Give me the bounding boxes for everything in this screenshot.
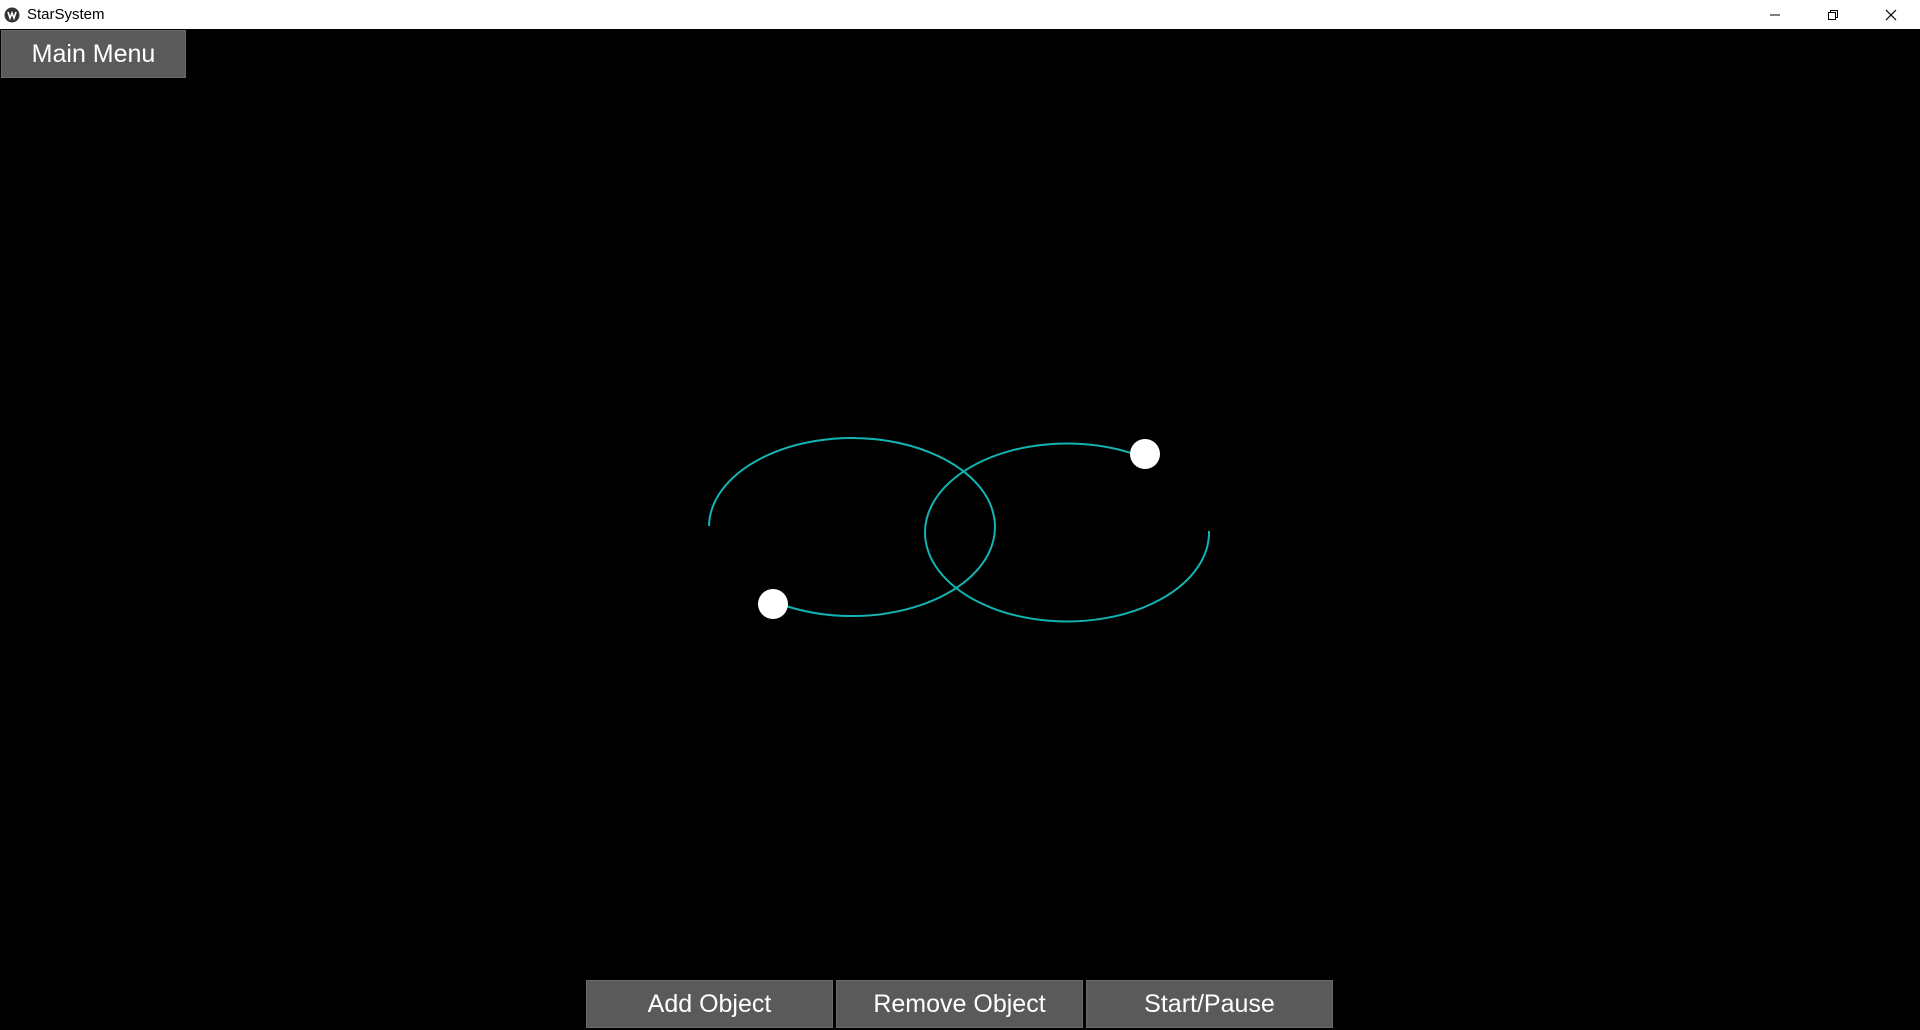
orbit-trail-left [708, 437, 996, 618]
remove-object-button[interactable]: Remove Object [836, 980, 1083, 1028]
minimize-icon[interactable] [1746, 0, 1804, 29]
orbit-visualization [708, 437, 1211, 623]
orbit-trail-right [924, 442, 1211, 623]
close-icon[interactable] [1862, 0, 1920, 29]
celestial-body[interactable] [1130, 439, 1160, 469]
simulation-canvas[interactable] [0, 29, 1920, 1030]
main-menu-button[interactable]: Main Menu [1, 30, 186, 78]
window-title: StarSystem [27, 6, 105, 23]
title-bar: StarSystem [0, 0, 1920, 29]
add-object-button[interactable]: Add Object [586, 980, 833, 1028]
start-pause-button[interactable]: Start/Pause [1086, 980, 1333, 1028]
celestial-body[interactable] [758, 589, 788, 619]
restore-icon[interactable] [1804, 0, 1862, 29]
window-controls [1746, 0, 1920, 29]
kivy-logo-icon [3, 6, 21, 24]
